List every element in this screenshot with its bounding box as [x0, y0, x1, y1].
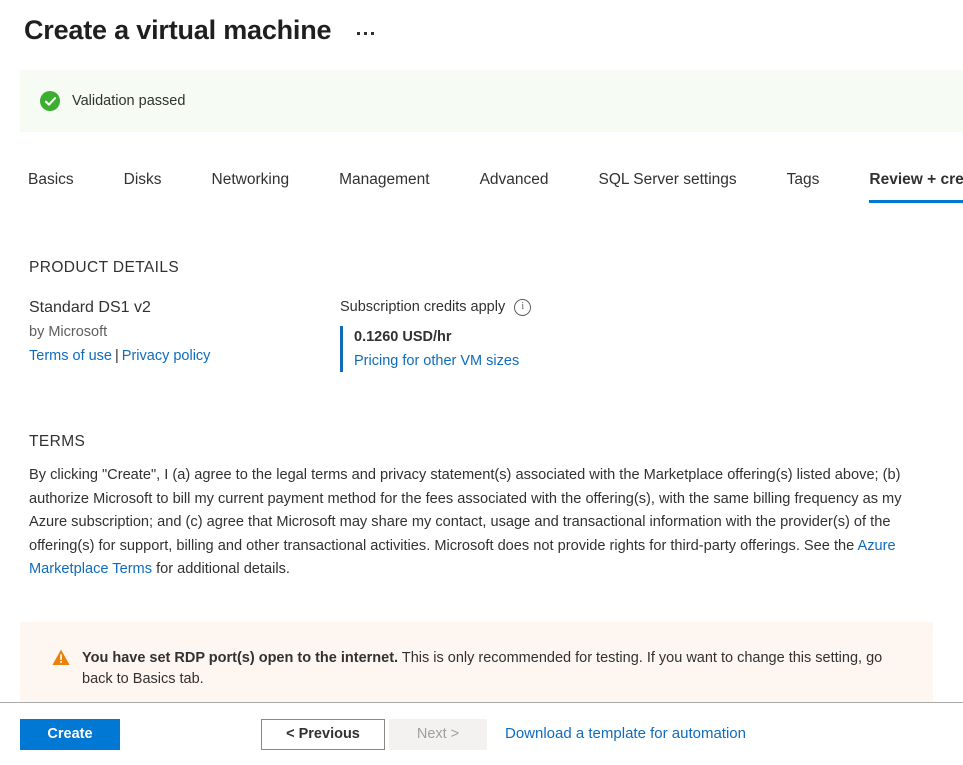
page-title: Create a virtual machine	[24, 13, 331, 47]
warning-banner: You have set RDP port(s) open to the int…	[20, 622, 933, 702]
price-block: 0.1260 USD/hr Pricing for other VM sizes	[340, 326, 531, 372]
terms-heading: TERMS	[29, 432, 85, 452]
validation-message: Validation passed	[72, 91, 185, 111]
terms-body: By clicking "Create", I (a) agree to the…	[29, 464, 909, 582]
pricing-for-other-vm-sizes-link[interactable]: Pricing for other VM sizes	[354, 353, 519, 369]
warning-strong-text: You have set RDP port(s) open to the int…	[82, 650, 398, 666]
terms-text-after-link: for additional details.	[152, 561, 290, 577]
ellipsis-dot	[371, 32, 374, 35]
page-header: Create a virtual machine	[0, 0, 963, 52]
tab-review-create[interactable]: Review + create	[869, 165, 963, 203]
tab-disks[interactable]: Disks	[124, 165, 162, 203]
product-summary: Standard DS1 v2 by Microsoft Terms of us…	[29, 296, 329, 367]
product-publisher: by Microsoft	[29, 321, 329, 343]
subscription-credits-label: Subscription credits apply	[340, 296, 505, 318]
product-name: Standard DS1 v2	[29, 296, 329, 320]
download-template-link-wrap: Download a template for automation	[505, 723, 746, 745]
link-separator: |	[112, 348, 122, 364]
privacy-policy-link[interactable]: Privacy policy	[122, 348, 211, 364]
tab-tags[interactable]: Tags	[787, 165, 820, 203]
product-legal-links: Terms of use|Privacy policy	[29, 345, 329, 367]
info-icon[interactable]: i	[514, 299, 531, 316]
warning-message: You have set RDP port(s) open to the int…	[82, 648, 913, 690]
tab-advanced[interactable]: Advanced	[480, 165, 549, 203]
download-template-link[interactable]: Download a template for automation	[505, 725, 746, 742]
validation-banner: Validation passed	[20, 70, 963, 132]
more-commands-icon[interactable]	[353, 26, 378, 41]
tab-networking[interactable]: Networking	[212, 165, 290, 203]
price-value: 0.1260 USD/hr	[354, 326, 531, 348]
wizard-tabs: Basics Disks Networking Management Advan…	[0, 165, 963, 203]
next-button: Next >	[389, 719, 487, 750]
previous-button[interactable]: < Previous	[261, 719, 385, 750]
subscription-credits-row: Subscription credits apply i	[340, 296, 531, 318]
pricing-summary: Subscription credits apply i 0.1260 USD/…	[340, 296, 531, 372]
warning-triangle-icon	[52, 649, 70, 671]
terms-text-before-link: By clicking "Create", I (a) agree to the…	[29, 467, 902, 554]
footer-action-bar: Create < Previous Next > Download a temp…	[0, 703, 963, 765]
check-circle-icon	[40, 91, 60, 111]
product-details-heading: PRODUCT DETAILS	[29, 258, 179, 278]
ellipsis-dot	[364, 32, 367, 35]
pricing-other-sizes-link-wrap: Pricing for other VM sizes	[354, 350, 531, 372]
create-button[interactable]: Create	[20, 719, 120, 750]
tab-management[interactable]: Management	[339, 165, 429, 203]
tab-sql-server-settings[interactable]: SQL Server settings	[599, 165, 737, 203]
ellipsis-dot	[357, 32, 360, 35]
tab-basics[interactable]: Basics	[28, 165, 74, 203]
terms-of-use-link[interactable]: Terms of use	[29, 348, 112, 364]
